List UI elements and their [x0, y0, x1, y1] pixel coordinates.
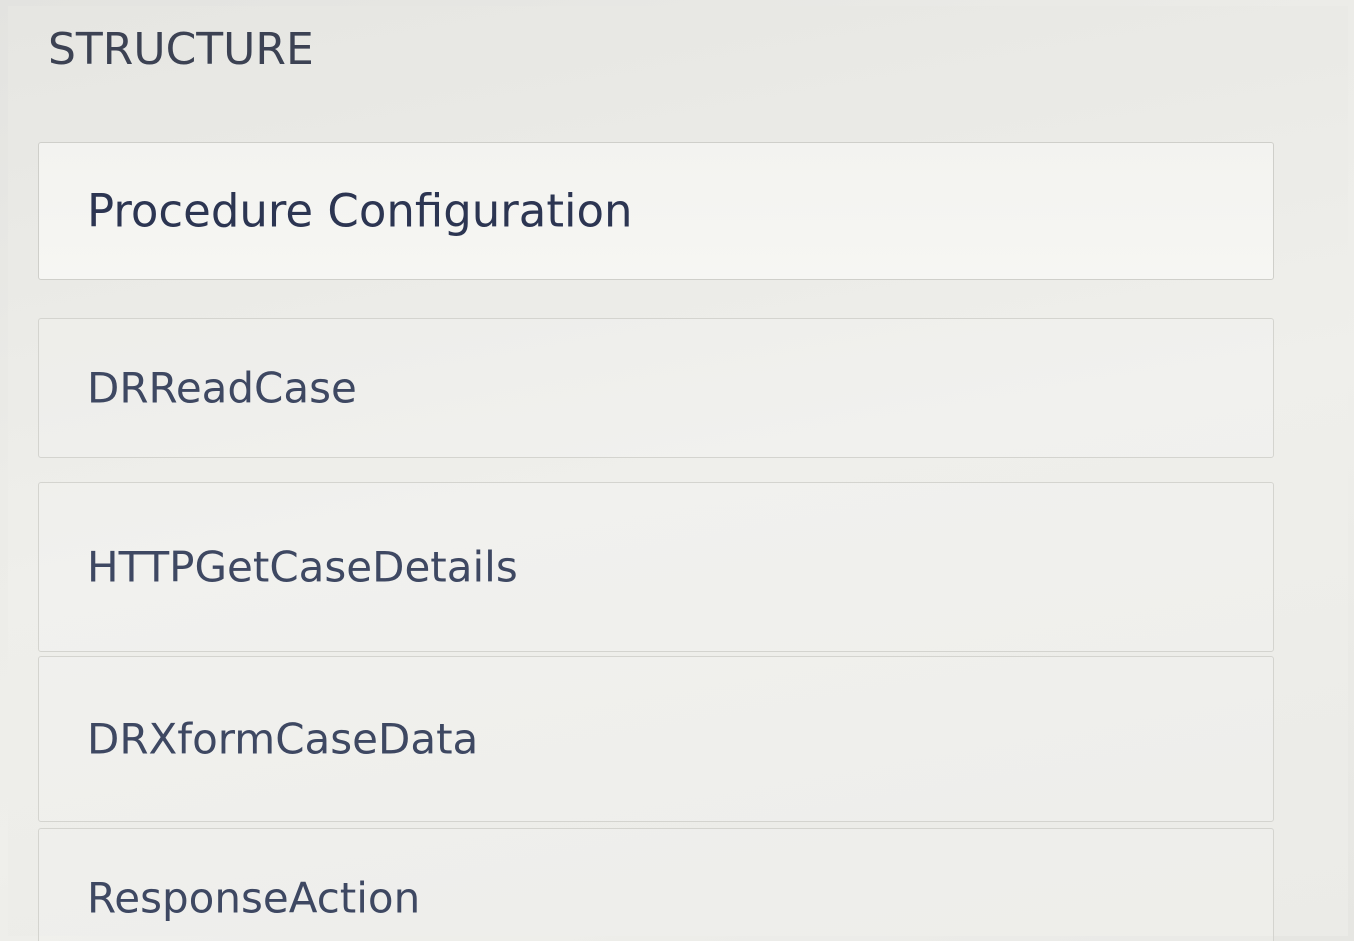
structure-item-label: ResponseAction [87, 873, 421, 923]
screen: STRUCTURE Procedure Configuration DRRead… [0, 0, 1354, 941]
structure-panel: STRUCTURE Procedure Configuration DRRead… [8, 6, 1348, 941]
structure-item-label: HTTPGetCaseDetails [87, 542, 518, 592]
structure-item-label: Procedure Configuration [87, 184, 633, 238]
structure-item-drreadcase[interactable]: DRReadCase [38, 318, 1274, 458]
structure-heading: STRUCTURE [48, 24, 314, 75]
structure-item-responseaction[interactable]: ResponseAction [38, 828, 1274, 941]
structure-item-label: DRReadCase [87, 363, 357, 413]
structure-item-httpgetcasedetails[interactable]: HTTPGetCaseDetails [38, 482, 1274, 652]
structure-item-procedure-configuration[interactable]: Procedure Configuration [38, 142, 1274, 280]
structure-item-label: DRXformCaseData [87, 714, 479, 764]
structure-item-drxformcasedata[interactable]: DRXformCaseData [38, 656, 1274, 822]
